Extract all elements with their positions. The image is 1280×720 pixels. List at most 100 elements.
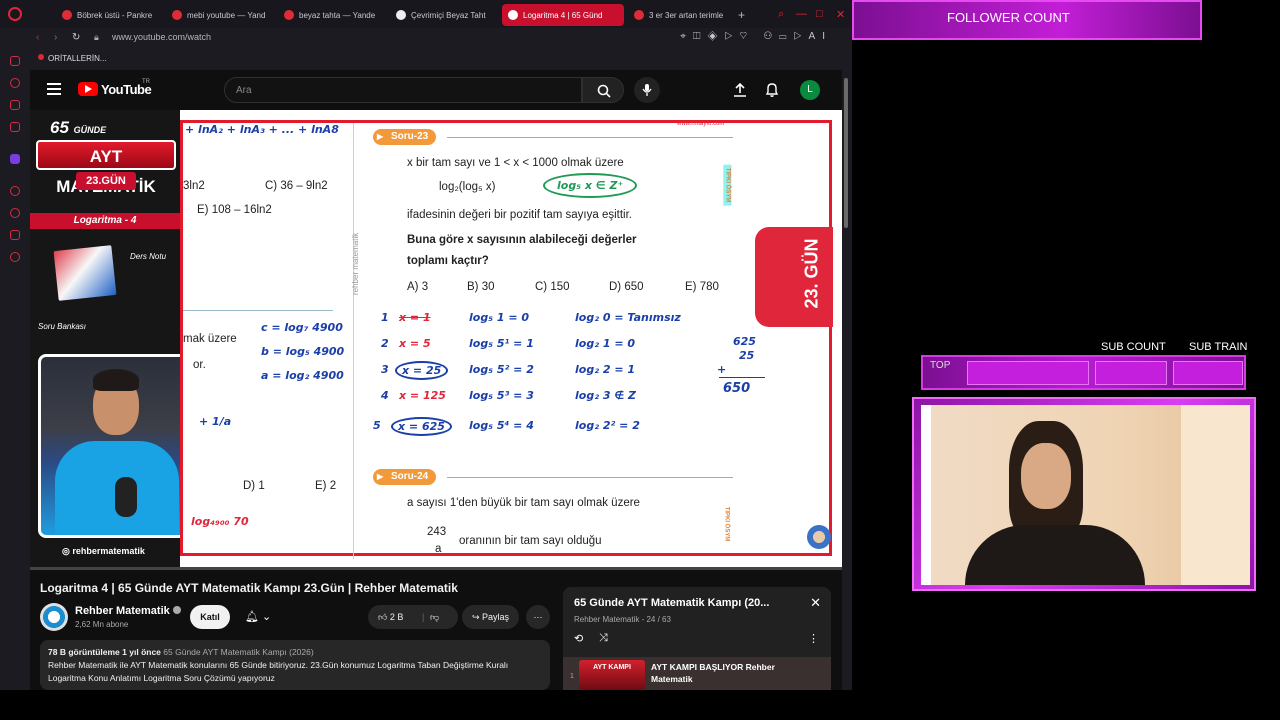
opera-logo-icon[interactable]	[8, 7, 22, 21]
settings-icon[interactable]	[10, 252, 20, 262]
playlist-title[interactable]: 65 Günde AYT Matematik Kampı (20...	[574, 597, 769, 609]
playlist-item-index: 1	[570, 673, 574, 680]
header-line	[447, 137, 733, 138]
left-handwriting: c = log₇ 4900	[261, 321, 343, 334]
sidebar-app-icon[interactable]	[10, 56, 20, 66]
solution-row-number: 2	[381, 337, 389, 350]
like-divider: |	[422, 612, 425, 622]
tab-bar: Böbrek üstü - Pankre mebi youtube — Yand…	[0, 0, 852, 28]
notification-bell-button[interactable]: 🔔︎ ⌄	[235, 605, 283, 629]
search-icon	[597, 84, 611, 98]
shuffle-icon[interactable]: ⤨	[599, 632, 608, 645]
loop-icon[interactable]: ⟲	[574, 632, 583, 645]
scrollbar-thumb[interactable]	[844, 78, 848, 228]
question-24-fraction-numerator: 243	[427, 526, 447, 538]
search-tabs-icon[interactable]: ⌕	[778, 8, 784, 21]
solution-row-number: 5	[373, 419, 381, 432]
tab-label: beyaz tahta — Yande	[299, 10, 376, 20]
question-23-prompt: Buna göre x sayısının alabileceği değerl…	[407, 234, 637, 246]
sub-count-slot	[1095, 361, 1167, 385]
video-player[interactable]: 65 GÜNDE AYT MATEMATİK 23.GÜN Logaritma …	[30, 110, 842, 567]
question-24-fraction-denominator: a	[435, 543, 442, 555]
minimize-icon[interactable]: —	[796, 8, 807, 20]
search-button[interactable]	[582, 77, 624, 103]
notifications-icon[interactable]	[764, 82, 780, 98]
tab-3[interactable]: beyaz tahta — Yande	[278, 4, 386, 26]
left-text: or.	[193, 359, 206, 371]
question-23-note: log₅ x ∈ Z⁺	[543, 173, 638, 198]
playlist-channel[interactable]: Rehber Matematik	[574, 615, 639, 624]
playlist-item-thumbnail[interactable]: AYT KAMPI	[579, 660, 645, 690]
webcam-wall	[1181, 405, 1250, 585]
like-button[interactable]: 👍︎ 2 B | 👎︎	[368, 605, 458, 629]
video-left-overlay: 65 GÜNDE AYT MATEMATİK 23.GÜN Logaritma …	[30, 110, 188, 567]
channel-name-text[interactable]: Rehber Matematik	[75, 605, 170, 617]
twitch-icon[interactable]	[10, 154, 20, 164]
maximize-icon[interactable]: □	[816, 8, 823, 20]
sidebar-app-icon[interactable]	[10, 122, 20, 132]
search-input[interactable]: Ara	[224, 77, 582, 103]
tab-5-active[interactable]: Logaritma 4 | 65 Günd	[502, 4, 624, 26]
bookmark-item[interactable]: ORİTALLERİN...	[48, 54, 107, 63]
upload-icon[interactable]	[732, 82, 748, 98]
forward-icon[interactable]: ›	[54, 32, 57, 43]
youtube-header: YouTube TR Ara L	[30, 70, 850, 110]
back-icon[interactable]: ‹	[36, 32, 39, 43]
close-playlist-icon[interactable]: ✕	[810, 595, 821, 611]
video-progress-bar[interactable]	[30, 567, 842, 570]
voice-search-button[interactable]	[634, 77, 660, 103]
join-button[interactable]: Katıl	[190, 605, 230, 629]
url-field[interactable]: www.youtube.com/watch	[112, 32, 211, 42]
playlist-menu-icon[interactable]: ⋮	[808, 632, 819, 645]
share-button[interactable]: ↪ Paylaş	[462, 605, 520, 629]
description-playlist-link[interactable]: 65 Günde AYT Matematik Kampı (2026)	[163, 647, 313, 657]
tab-4[interactable]: Çevrimiçi Beyaz Taht	[390, 4, 498, 26]
solution-row-log5: log₅ 5¹ = 1	[469, 337, 534, 350]
new-tab-button[interactable]: +	[738, 8, 745, 22]
whiteboard-favicon-icon	[396, 10, 406, 20]
sidebar-app-icon[interactable]	[10, 78, 20, 88]
badge-day: 23.GÜN	[76, 172, 136, 190]
teacher-hair	[93, 369, 139, 391]
menu-icon[interactable]	[47, 83, 61, 95]
more-actions-button[interactable]: ⋯	[526, 605, 550, 629]
account-avatar[interactable]: L	[800, 80, 820, 100]
playlist-item[interactable]: 1 AYT KAMPI AYT KAMPI BAŞLIYOR Rehber Ma…	[563, 657, 831, 690]
screen: Böbrek üstü - Pankre mebi youtube — Yand…	[0, 0, 1280, 720]
teacher-webcam	[38, 354, 188, 538]
youtube-page: YouTube TR Ara L 65 GÜNDE AYT MATE	[30, 70, 850, 690]
dislike-icon[interactable]: 👎︎	[430, 605, 439, 629]
channel-avatar[interactable]	[40, 603, 68, 631]
playlist-position: 24 / 63	[646, 615, 671, 624]
left-option: C) 36 – 9ln2	[265, 180, 328, 192]
tipki-osym-label: TIPKI ÖSYM	[723, 506, 730, 542]
tab-2[interactable]: mebi youtube — Yand	[166, 4, 274, 26]
solution-row-number: 4	[381, 389, 389, 402]
tab-6[interactable]: 3 er 3er artan terimle	[628, 4, 734, 26]
question-23-line1: x bir tam sayı ve 1 < x < 1000 olmak üze…	[407, 157, 624, 169]
youtube-logo-icon[interactable]	[78, 82, 98, 96]
option-e: E) 780	[685, 281, 719, 293]
microphone-image	[115, 477, 137, 517]
playlist-item-title[interactable]: AYT KAMPI BAŞLIYOR Rehber Matematik	[651, 661, 791, 685]
close-icon[interactable]: ✕	[836, 8, 845, 21]
channel-name[interactable]: Rehber Matematik	[75, 605, 181, 617]
history-icon[interactable]	[10, 208, 20, 218]
yandex-favicon-icon	[634, 10, 644, 20]
option-b: B) 30	[467, 281, 495, 293]
upload-age: 1 yıl önce	[122, 647, 161, 657]
verified-icon	[172, 606, 181, 614]
description-box[interactable]: 78 B görüntüleme 1 yıl önce 65 Günde AYT…	[40, 640, 550, 690]
follower-count-label: FOLLOWER COUNT	[947, 10, 1070, 25]
instagram-text: rehbermatematik	[72, 546, 145, 556]
option-d: D) 650	[609, 281, 644, 293]
toolbar-icons[interactable]: ⌖◫◈▷♡ ⚇▭▷AI	[680, 31, 832, 42]
streamer-webcam	[921, 405, 1250, 585]
sidebar-app-icon[interactable]	[10, 100, 20, 110]
sidebar-app-icon[interactable]	[10, 230, 20, 240]
question-24-line1: a sayısı 1'den büyük bir tam sayı olmak …	[407, 497, 640, 509]
sidebar-app-icon[interactable]	[10, 186, 20, 196]
reload-icon[interactable]: ↻	[72, 32, 80, 43]
tab-1[interactable]: Böbrek üstü - Pankre	[56, 4, 160, 26]
solution-row-x: x = 25	[395, 361, 449, 380]
